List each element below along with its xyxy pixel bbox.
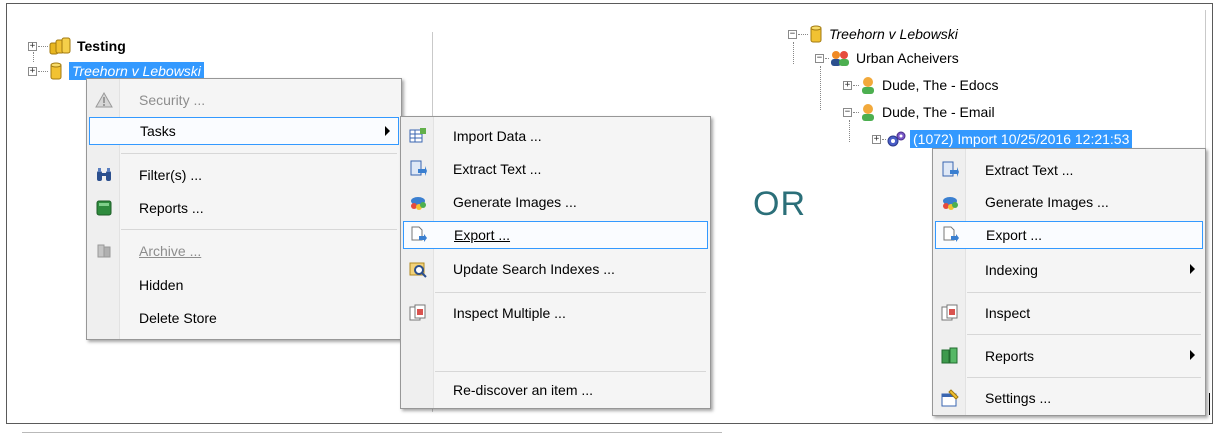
menu-item-delete-store[interactable]: Delete Store <box>89 304 399 332</box>
store-context-menu: Security ... Tasks Filter(s) ... Reports… <box>86 78 402 340</box>
report-book-icon <box>89 200 119 216</box>
menu-item-generate-images[interactable]: Generate Images ... <box>935 188 1203 216</box>
or-label: OR <box>753 185 806 223</box>
submenu-arrow-icon <box>385 126 390 136</box>
menu-separator <box>121 229 397 230</box>
menu-item-rediscover[interactable]: Re-discover an item ... <box>403 376 708 404</box>
tree-item-label: Urban Acheivers <box>856 50 959 66</box>
tree-item-testing[interactable]: + Testing <box>28 36 126 56</box>
menu-separator <box>967 377 1201 378</box>
inspect-icon <box>935 304 965 322</box>
import-table-icon <box>403 127 433 145</box>
menu-item-inspect[interactable]: Inspect <box>935 299 1203 327</box>
search-index-icon <box>403 260 433 278</box>
tree-item-label: Dude, The - Email <box>882 104 995 120</box>
tree-item-import-batch[interactable]: + (1072) Import 10/25/2016 12:21:53 <box>872 129 1133 149</box>
batch-context-menu: Extract Text ... Generate Images ... Exp… <box>932 148 1206 416</box>
expand-icon[interactable]: + <box>28 41 37 51</box>
generate-images-icon <box>403 193 433 211</box>
export-icon <box>936 226 966 244</box>
reports-icon <box>935 347 965 365</box>
generate-images-icon <box>935 193 965 211</box>
menu-item-extract-text[interactable]: Extract Text ... <box>935 156 1203 184</box>
menu-item-filters[interactable]: Filter(s) ... <box>89 161 399 189</box>
menu-item-generate-images[interactable]: Generate Images ... <box>403 188 708 216</box>
warning-icon <box>89 92 119 108</box>
expand-icon[interactable]: + <box>28 66 37 76</box>
menu-item-extract-text[interactable]: Extract Text ... <box>403 155 708 183</box>
menu-item-import-data[interactable]: Import Data ... <box>403 122 708 150</box>
submenu-arrow-icon <box>1190 264 1195 274</box>
tree-item-urban-acheivers[interactable]: − Urban Acheivers <box>815 48 959 68</box>
menu-item-security[interactable]: Security ... <box>89 86 399 114</box>
menu-item-tasks[interactable]: Tasks <box>89 117 399 145</box>
binoculars-icon <box>89 167 119 183</box>
tree-item-label: Treehorn v Lebowski <box>829 26 958 42</box>
menu-item-settings[interactable]: Settings ... <box>935 384 1203 412</box>
menu-separator <box>435 371 706 372</box>
menu-item-reports[interactable]: Reports <box>935 342 1203 370</box>
tree-item-dude-email[interactable]: − Dude, The - Email <box>843 102 995 122</box>
text-cursor <box>1209 393 1210 415</box>
menu-separator <box>435 292 706 293</box>
left-pane-bottom-line <box>22 432 722 433</box>
inspect-icon <box>403 304 433 322</box>
menu-separator <box>967 292 1201 293</box>
menu-separator <box>967 334 1201 335</box>
submenu-arrow-icon <box>1190 350 1195 360</box>
tree-item-label: Dude, The - Edocs <box>882 77 999 93</box>
settings-icon <box>935 389 965 407</box>
tree-item-label: Testing <box>77 38 126 54</box>
menu-separator <box>121 153 397 154</box>
menu-item-export[interactable]: Export ... <box>935 221 1203 249</box>
menu-item-export[interactable]: Export ... <box>403 221 708 249</box>
extract-text-icon <box>935 161 965 179</box>
tree-item-treehorn-expanded[interactable]: − Treehorn v Lebowski <box>788 24 958 44</box>
database-icon <box>49 62 63 80</box>
extract-text-icon <box>403 160 433 178</box>
menu-item-archive[interactable]: Archive ... <box>89 237 399 265</box>
user-icon <box>860 76 876 94</box>
menu-item-reports[interactable]: Reports ... <box>89 194 399 222</box>
tasks-submenu: Import Data ... Extract Text ... Generat… <box>400 116 711 409</box>
expand-icon[interactable]: + <box>843 80 852 90</box>
menu-item-hidden[interactable]: Hidden <box>89 271 399 299</box>
user-icon <box>860 103 876 121</box>
tree-item-dude-edocs[interactable]: + Dude, The - Edocs <box>843 75 998 95</box>
user-group-icon <box>830 49 850 67</box>
collapse-icon[interactable]: − <box>843 107 852 117</box>
database-icon <box>809 25 823 43</box>
menu-item-indexing[interactable]: Indexing <box>935 256 1203 284</box>
menu-item-inspect-multiple[interactable]: Inspect Multiple ... <box>403 299 708 327</box>
menu-item-update-search-indexes[interactable]: Update Search Indexes ... <box>403 255 708 283</box>
database-group-icon <box>49 37 71 55</box>
archive-icon <box>89 243 119 259</box>
expand-icon[interactable]: + <box>872 134 881 144</box>
gears-icon <box>887 130 907 148</box>
tree-item-label: (1072) Import 10/25/2016 12:21:53 <box>910 130 1133 148</box>
export-icon <box>404 226 434 244</box>
collapse-icon[interactable]: − <box>815 53 824 63</box>
collapse-icon[interactable]: − <box>788 29 797 39</box>
